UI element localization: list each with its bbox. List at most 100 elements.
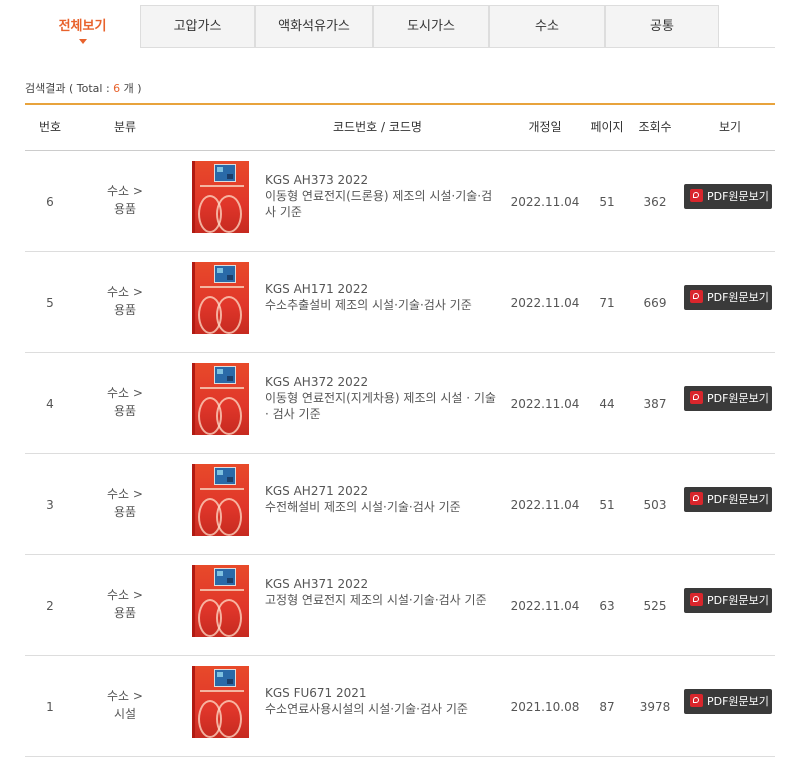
pdf-icon [690,593,703,606]
table-header: 번호 분류 코드번호 / 코드명 개정일 페이지 조회수 보기 [25,103,775,151]
tab-all[interactable]: 전체보기 [25,5,140,48]
view-count: 503 [643,498,667,512]
code-name: 고정형 연료전지 제조의 시설·기술·검사 기준 [265,593,487,607]
code-name: 수전해설비 제조의 시설·기술·검사 기준 [265,500,461,514]
pdf-button-label: PDF원문보기 [707,493,769,506]
revision-date: 2022.11.04 [510,599,580,613]
tab-high-pressure-gas[interactable]: 고압가스 [140,5,255,47]
row-number: 2 [46,599,54,613]
header-pages: 페이지 [590,120,624,134]
row-category: 수소 > 용품 [85,283,165,319]
code-title[interactable]: KGS AH271 2022 수전해설비 제조의 시설·기술·검사 기준 [265,483,497,515]
table-row: 1 수소 > 시설 KGS FU671 2021 수소연료사용시설의 시설·기술·검… [25,656,775,757]
view-count: 362 [643,195,667,209]
row-category: 수소 > 용품 [85,586,165,622]
search-result-summary: 검색결과 ( Total : 6 개 ) [25,80,142,96]
category-child: 시설 [113,707,137,721]
pdf-button-label: PDF원문보기 [707,695,769,708]
pdf-view-button[interactable]: PDF원문보기 [684,184,772,209]
pdf-view-button[interactable]: PDF원문보기 [684,285,772,310]
category-parent: 수소 > [107,285,143,299]
table-body: 6 수소 > 용품 KGS AH373 2022 이동형 연료전지(드론용) 제조의… [25,151,775,757]
category-tabs: 전체보기 고압가스 액화석유가스 도시가스 수소 공통 [25,5,775,48]
code-name: 이동형 연료전지(드론용) 제조의 시설·기술·검사 기준 [265,189,493,219]
view-count: 525 [643,599,667,613]
code-number: KGS AH373 2022 [265,173,369,187]
category-parent: 수소 > [107,689,143,703]
page-count: 44 [599,397,615,411]
view-count: 387 [643,397,667,411]
code-title[interactable]: KGS AH371 2022 고정형 연료전지 제조의 시설·기술·검사 기준 [265,576,497,608]
page-count: 51 [599,195,615,209]
pdf-icon [690,189,703,202]
page-count: 87 [599,700,615,714]
code-table: 번호 분류 코드번호 / 코드명 개정일 페이지 조회수 보기 6 수소 > 용품… [25,103,775,757]
category-child: 용품 [113,202,137,216]
tab-label: 도시가스 [407,19,455,34]
view-count: 669 [643,296,667,310]
code-name: 수소연료사용시설의 시설·기술·검사 기준 [265,702,468,716]
page-count: 51 [599,498,615,512]
book-cover-thumbnail[interactable] [192,666,249,738]
tab-label: 공통 [650,19,674,34]
tab-city-gas[interactable]: 도시가스 [373,5,489,47]
code-title[interactable]: KGS AH372 2022 이동형 연료전지(지게차용) 제조의 시설 · 기술… [265,374,497,422]
row-number: 6 [46,195,54,209]
summary-prefix: 검색결과 ( Total : [25,82,114,95]
tab-common[interactable]: 공통 [605,5,719,47]
category-parent: 수소 > [107,487,143,501]
table-row: 2 수소 > 용품 KGS AH371 2022 고정형 연료전지 제조의 시설·기… [25,555,775,656]
table-row: 5 수소 > 용품 KGS AH171 2022 수소추출설비 제조의 시설·기술·… [25,252,775,353]
pdf-button-label: PDF원문보기 [707,392,769,405]
revision-date: 2021.10.08 [510,700,580,714]
revision-date: 2022.11.04 [510,498,580,512]
code-title[interactable]: KGS FU671 2021 수소연료사용시설의 시설·기술·검사 기준 [265,685,497,717]
summary-suffix: 개 ) [120,82,142,95]
row-category: 수소 > 용품 [85,384,165,420]
header-date: 개정일 [528,120,562,134]
active-caret-icon [78,39,87,44]
revision-date: 2022.11.04 [510,296,580,310]
tab-label: 액화석유가스 [278,19,350,34]
row-number: 3 [46,498,54,512]
pdf-icon [690,290,703,303]
pdf-view-button[interactable]: PDF원문보기 [684,487,772,512]
code-number: KGS AH372 2022 [265,375,369,389]
page-count: 71 [599,296,615,310]
category-child: 용품 [113,606,137,620]
row-number: 1 [46,700,54,714]
row-category: 수소 > 용품 [85,182,165,218]
page-count: 63 [599,599,615,613]
pdf-icon [690,492,703,505]
pdf-button-label: PDF원문보기 [707,291,769,304]
pdf-icon [690,694,703,707]
pdf-view-button[interactable]: PDF원문보기 [684,386,772,411]
view-count: 3978 [639,700,671,714]
row-number: 4 [46,397,54,411]
pdf-view-button[interactable]: PDF원문보기 [684,588,772,613]
book-cover-thumbnail[interactable] [192,363,249,435]
category-child: 용품 [113,303,137,317]
category-child: 용품 [113,505,137,519]
tab-label: 수소 [535,19,559,34]
tab-lpg[interactable]: 액화석유가스 [255,5,373,47]
book-cover-thumbnail[interactable] [192,464,249,536]
code-title[interactable]: KGS AH171 2022 수소추출설비 제조의 시설·기술·검사 기준 [265,281,497,313]
book-cover-thumbnail[interactable] [192,565,249,637]
header-category: 분류 [113,120,137,134]
pdf-view-button[interactable]: PDF원문보기 [684,689,772,714]
header-no: 번호 [38,120,62,134]
code-title[interactable]: KGS AH373 2022 이동형 연료전지(드론용) 제조의 시설·기술·검사… [265,172,497,220]
header-views: 조회수 [638,120,672,134]
code-number: KGS AH171 2022 [265,282,369,296]
book-cover-thumbnail[interactable] [192,262,249,334]
book-cover-thumbnail[interactable] [192,161,249,233]
tab-label: 전체보기 [58,19,107,34]
table-row: 4 수소 > 용품 KGS AH372 2022 이동형 연료전지(지게차용) 제조… [25,353,775,454]
code-name: 이동형 연료전지(지게차용) 제조의 시설 · 기술 · 검사 기준 [265,391,496,421]
tab-hydrogen[interactable]: 수소 [489,5,605,47]
pdf-button-label: PDF원문보기 [707,594,769,607]
row-category: 수소 > 시설 [85,687,165,723]
code-number: KGS FU671 2021 [265,686,367,700]
tab-label: 고압가스 [173,19,222,34]
